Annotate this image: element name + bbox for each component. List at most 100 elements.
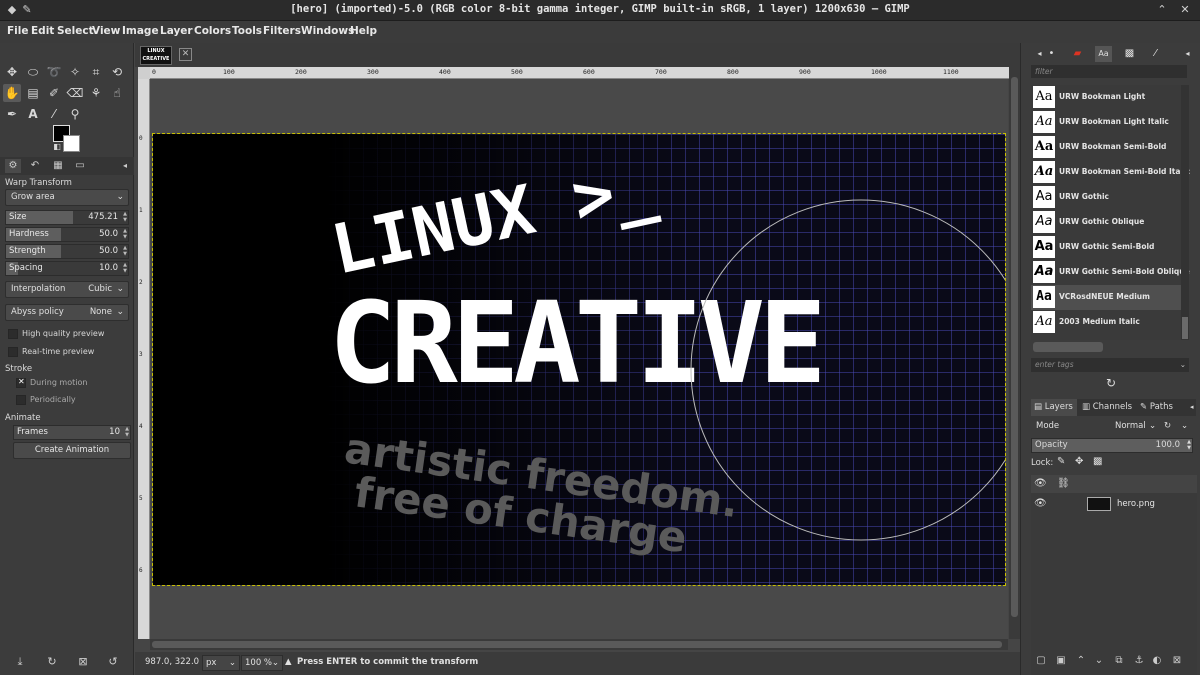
smudge-icon[interactable]: ☝ [108, 84, 126, 102]
tab-layers[interactable]: ▤ Layers [1031, 399, 1077, 416]
spin-arrows-icon[interactable]: ▲ ▼ [123, 262, 127, 274]
font-item[interactable]: Aa URW Bookman Light Italic [1031, 110, 1181, 135]
spin-arrows-icon[interactable]: ▲ ▼ [123, 228, 127, 240]
raise-layer-icon[interactable]: ⌃ [1073, 655, 1089, 666]
font-item[interactable]: Aa URW Bookman Semi-Bold [1031, 135, 1181, 160]
spin-arrows-icon[interactable]: ▲ ▼ [1187, 439, 1191, 451]
image-tab-thumbnail[interactable]: LINUX CREATIVE [140, 46, 172, 65]
menu-windows[interactable]: Windows [301, 25, 354, 37]
restore-options-icon[interactable]: ↻ [44, 655, 60, 668]
minimize-icon[interactable]: ⌃ [1155, 3, 1169, 17]
menu-image[interactable]: Image [122, 25, 159, 37]
lock-position-icon[interactable]: ✥ [1075, 456, 1083, 467]
spin-arrows-icon[interactable]: ▲ ▼ [123, 211, 127, 223]
menu-view[interactable]: View [92, 25, 120, 37]
save-options-icon[interactable]: ⤓ [12, 655, 28, 669]
horizontal-scroll-thumb[interactable] [152, 641, 1002, 648]
text-tool-icon[interactable]: A [24, 105, 42, 123]
layer-mask-icon[interactable]: ◐ [1149, 655, 1165, 666]
eye-icon[interactable]: 👁 [1034, 478, 1047, 489]
font-item-selected[interactable]: Aa VCRosdNEUE Medium [1031, 285, 1181, 310]
vertical-scrollbar[interactable] [1009, 67, 1020, 639]
font-list-scroll-thumb[interactable] [1182, 317, 1188, 339]
font-list-scrollbar[interactable] [1181, 85, 1189, 340]
delete-options-icon[interactable]: ⊠ [75, 655, 91, 668]
create-animation-button[interactable]: Create Animation [13, 442, 131, 459]
delete-layer-icon[interactable]: ⊠ [1169, 655, 1185, 666]
paint-dynamics-tab-icon[interactable]: ⁄ [1147, 46, 1164, 62]
spin-arrows-icon[interactable]: ▲ ▼ [123, 245, 127, 257]
tab-channels[interactable]: ▥ Channels [1079, 399, 1135, 416]
close-window-icon[interactable]: ✕ [1178, 3, 1192, 17]
images-tab-icon[interactable]: ▭ [72, 159, 88, 173]
zoom-combo[interactable]: 100 % ⌄ [241, 655, 283, 671]
vertical-ruler[interactable]: 0 1 2 3 4 5 6 [138, 79, 150, 639]
mode-reset-icon[interactable]: ↻ [1164, 419, 1171, 434]
bucket-fill-icon[interactable]: ▤ [24, 84, 42, 102]
rect-select-icon[interactable]: ⬭ [24, 63, 42, 81]
abyss-policy-combo[interactable]: Abyss policy None ⌄ [5, 304, 129, 321]
reset-colors-icon[interactable]: ◧ [52, 142, 62, 152]
strength-slider[interactable]: Strength 50.0 ▲ ▼ [5, 244, 129, 259]
interpolation-combo[interactable]: Interpolation Cubic ⌄ [5, 281, 129, 298]
realtime-preview-checkbox[interactable] [8, 347, 18, 357]
layer-mode-combo[interactable]: Mode Normal ⌄ ↻ ⌄ [1031, 419, 1193, 436]
menu-help[interactable]: Help [350, 25, 377, 37]
clone-icon[interactable]: ⚘ [87, 84, 105, 102]
device-status-tab-icon[interactable]: ↶ [27, 159, 43, 173]
frames-spinner[interactable]: Frames 10 ▲ ▼ [13, 425, 131, 440]
color-picker-icon[interactable]: ⁄ [45, 105, 63, 123]
eye-icon[interactable]: 👁 [1034, 498, 1047, 509]
warp-transform-icon[interactable]: ✋ [3, 84, 21, 102]
font-item[interactable]: Aa URW Gothic [1031, 185, 1181, 210]
tab-paths[interactable]: ✎ Paths [1137, 399, 1183, 416]
menu-edit[interactable]: Edit [31, 25, 54, 37]
dock-menu-icon[interactable]: ◂ [117, 159, 133, 173]
vertical-scroll-thumb[interactable] [1011, 77, 1018, 617]
font-item[interactable]: Aa URW Gothic Oblique [1031, 210, 1181, 235]
lower-layer-icon[interactable]: ⌄ [1091, 655, 1107, 666]
warp-mode-combo[interactable]: Grow area ⌄ [5, 189, 129, 206]
new-layer-group-icon[interactable]: ▣ [1053, 655, 1069, 666]
menu-tools[interactable]: Tools [232, 25, 262, 37]
fonts-tab-icon[interactable]: Aa [1095, 46, 1112, 62]
font-list[interactable]: Aa URW Bookman Light Aa URW Bookman Light … [1031, 85, 1190, 340]
close-image-tab-icon[interactable]: ✕ [179, 48, 192, 61]
patterns-tab-icon[interactable]: ▰ [1069, 46, 1086, 62]
font-tag-input[interactable]: enter tags ⌄ [1031, 358, 1189, 372]
new-layer-icon[interactable]: ▢ [1033, 655, 1049, 666]
spacing-slider[interactable]: Spacing 10.0 ▲ ▼ [5, 261, 129, 276]
canvas-viewport[interactable]: LINUX >_ CREATIVE artistic freedom. free… [150, 79, 1008, 639]
font-item[interactable]: Aa URW Gothic Semi-Bold Oblique [1031, 260, 1190, 285]
lasso-icon[interactable]: ➰ [45, 63, 63, 81]
font-list-hscroll-thumb[interactable] [1033, 342, 1103, 352]
layer-row[interactable]: 👁 hero.png [1031, 495, 1197, 513]
chain-icon[interactable]: ⛓ [1057, 478, 1070, 489]
unit-combo[interactable]: px ⌄ [202, 655, 240, 671]
menu-colors[interactable]: Colors [194, 25, 231, 37]
layer-opacity-slider[interactable]: Opacity 100.0 ▲ ▼ [1031, 438, 1193, 453]
image-canvas[interactable]: LINUX >_ CREATIVE artistic freedom. free… [152, 133, 1006, 586]
menu-select[interactable]: Select [57, 25, 94, 37]
paintbrush-icon[interactable]: ✐ [45, 84, 63, 102]
brushes-tab-icon[interactable]: • [1043, 46, 1060, 62]
font-item[interactable]: Aa URW Bookman Semi-Bold Italic [1031, 160, 1190, 185]
hardness-slider[interactable]: Hardness 50.0 ▲ ▼ [5, 227, 129, 242]
font-item[interactable]: Aa URW Bookman Light [1031, 85, 1181, 110]
ruler-corner[interactable] [138, 67, 150, 79]
fuzzy-select-icon[interactable]: ✧ [66, 63, 84, 81]
menu-file[interactable]: File [7, 25, 29, 37]
transform-icon[interactable]: ⟲ [108, 63, 126, 81]
periodically-checkbox[interactable] [16, 395, 26, 405]
background-color-swatch[interactable] [63, 135, 80, 152]
horizontal-scrollbar[interactable] [150, 639, 1008, 650]
dock-menu-icon[interactable]: ◂ [1179, 46, 1196, 62]
menu-filters[interactable]: Filters [263, 25, 301, 37]
dock-menu-icon[interactable]: ◂ [1187, 399, 1197, 416]
anchor-layer-icon[interactable]: ⚓ [1131, 655, 1147, 666]
spin-arrows-icon[interactable]: ▲ ▼ [125, 426, 129, 438]
lock-alpha-icon[interactable]: ▩ [1093, 456, 1102, 467]
refresh-fonts-icon[interactable]: ↻ [1106, 376, 1116, 390]
font-item[interactable]: Aa 2003 Medium Italic [1031, 310, 1181, 335]
menu-layer[interactable]: Layer [160, 25, 193, 37]
